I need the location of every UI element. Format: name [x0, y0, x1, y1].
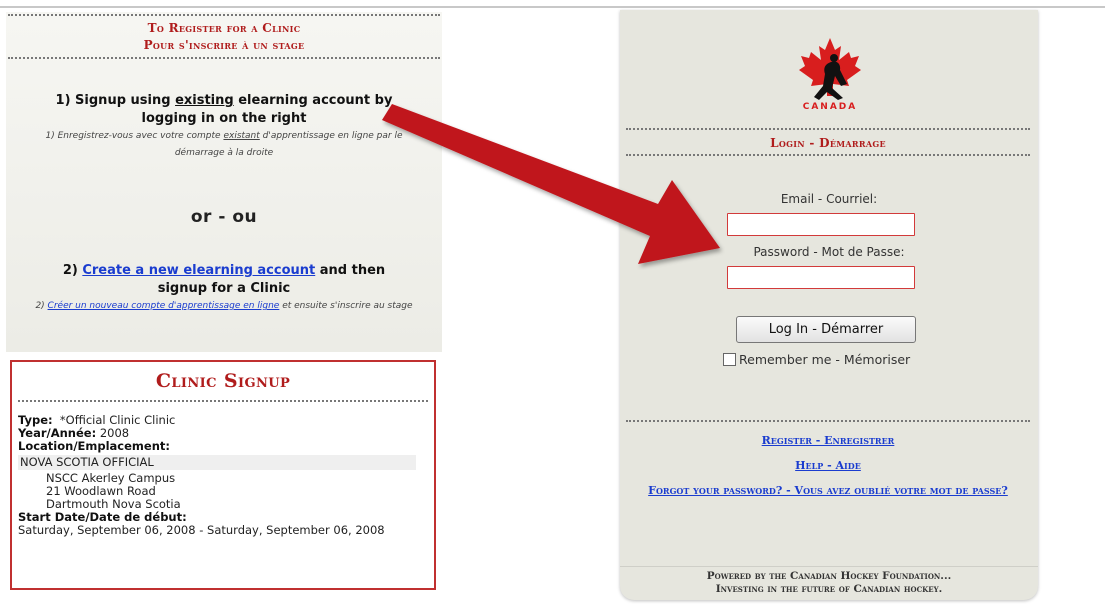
- register-title-fr: Pour s'inscrire à un stage: [143, 38, 305, 52]
- clinic-signup-box: Clinic Signup Type: *Official Clinic Cli…: [10, 360, 436, 590]
- step-1-emph: existing: [175, 93, 234, 108]
- step-1-fr-emph: existant: [223, 131, 260, 141]
- clinic-details: Type: *Official Clinic Clinic Year/Année…: [12, 402, 434, 537]
- forgot-password-link[interactable]: Forgot your password? - Vous avez oublié…: [626, 478, 1030, 504]
- login-panel: CANADA Login - Démarrage Email - Courrie…: [620, 10, 1038, 600]
- register-title-en: To Register for a Clinic: [147, 21, 301, 35]
- step-1-french: 1) Enregistrez-vous avec votre compte ex…: [6, 128, 442, 162]
- create-account-link-fr[interactable]: Créer un nouveau compte d'apprentissage …: [48, 301, 280, 311]
- step-2-text: 2) Create a new elearning account and th…: [6, 262, 442, 298]
- remember-checkbox[interactable]: [723, 353, 736, 366]
- step-1-pre: 1) Signup using: [55, 93, 176, 108]
- type-value: *Official Clinic Clinic: [59, 413, 176, 427]
- hockey-canada-logo: CANADA: [785, 34, 875, 118]
- register-instructions-panel: To Register for a Clinic Pour s'inscrire…: [6, 12, 442, 352]
- step-2: 2) Create a new elearning account and th…: [6, 262, 442, 315]
- login-button[interactable]: Log In - Démarrer: [736, 316, 916, 343]
- year-value: 2008: [99, 426, 130, 440]
- create-account-link[interactable]: Create a new elearning account: [82, 263, 315, 278]
- clinic-signup-title: Clinic Signup: [155, 370, 291, 392]
- logo-wordmark: CANADA: [802, 102, 858, 112]
- red-arrow-icon: [382, 104, 720, 264]
- dotted-divider: [8, 57, 440, 59]
- top-divider: [0, 6, 1105, 8]
- step-1-text: 1) Signup using existing elearning accou…: [6, 92, 442, 128]
- type-label: Type:: [18, 413, 53, 427]
- register-header: To Register for a Clinic Pour s'inscrire…: [6, 14, 442, 59]
- footer: Powered by the Canadian Hockey Foundatio…: [620, 566, 1038, 600]
- footer-line-1: Powered by the Canadian Hockey Foundatio…: [706, 570, 952, 582]
- dotted-divider: [626, 420, 1030, 422]
- step-2-fr-post: et ensuite s'inscrire au stage: [279, 301, 413, 311]
- step-1: 1) Signup using existing elearning accou…: [6, 92, 442, 162]
- account-links: Register - Enregistrer Help - Aide Forgo…: [626, 420, 1030, 504]
- or-separator: or - ou: [190, 207, 258, 227]
- footer-line-2: Investing in the future of Canadian hock…: [715, 583, 943, 595]
- remember-label: Remember me - Mémoriser: [739, 352, 911, 367]
- remember-me[interactable]: Remember me - Mémoriser: [723, 352, 910, 367]
- step-1-fr-pre: 1) Enregistrez-vous avec votre compte: [45, 131, 224, 141]
- step-2-pre: 2): [62, 263, 83, 278]
- email-field[interactable]: [727, 213, 915, 236]
- password-field[interactable]: [727, 266, 915, 289]
- year-label: Year/Année:: [18, 426, 97, 440]
- location-label: Location/Emplacement:: [18, 440, 428, 453]
- location-name: NOVA SCOTIA OFFICIAL: [18, 455, 416, 470]
- step-2-french: 2) Créer un nouveau compte d'apprentissa…: [6, 298, 442, 315]
- step-2-fr-pre: 2): [35, 301, 48, 311]
- start-label-text: Start Date/Date de début:: [18, 510, 187, 524]
- register-link[interactable]: Register - Enregistrer: [626, 434, 1030, 447]
- help-link[interactable]: Help - Aide: [626, 459, 1030, 472]
- start-date-value: Saturday, September 06, 2008 - Saturday,…: [18, 523, 385, 537]
- register-title: To Register for a Clinic Pour s'inscrire…: [6, 16, 442, 57]
- location-label-text: Location/Emplacement:: [18, 439, 170, 453]
